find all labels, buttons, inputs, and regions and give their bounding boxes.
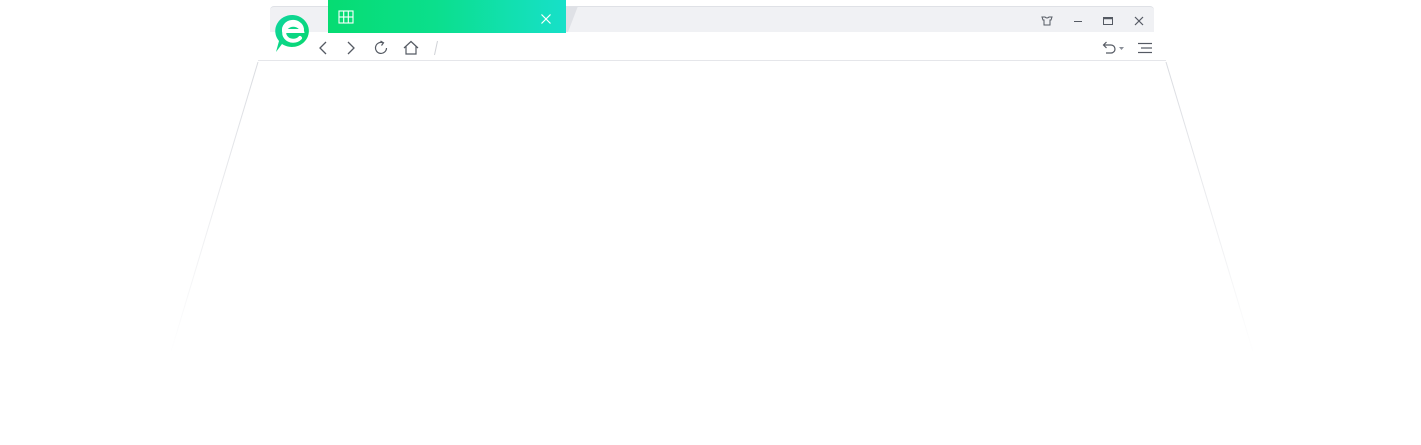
grid-icon [338, 10, 354, 24]
window-perspective-frame [169, 61, 1255, 356]
hamburger-menu-icon[interactable] [1136, 39, 1154, 57]
tab-edge-decoration [564, 6, 578, 32]
reload-icon[interactable] [372, 39, 390, 57]
caret-down-icon[interactable] [1118, 39, 1126, 57]
shirt-icon[interactable] [1040, 14, 1054, 28]
screenshot-stage [0, 0, 1421, 445]
active-tab[interactable] [328, 0, 566, 33]
browser-logo-icon[interactable] [272, 12, 314, 56]
navigation-toolbar [258, 32, 1166, 61]
tab-close-icon[interactable] [540, 13, 552, 25]
maximize-icon[interactable] [1101, 14, 1115, 28]
browser-window [258, 0, 1166, 62]
chevron-right-icon[interactable] [342, 39, 360, 57]
home-icon[interactable] [402, 39, 420, 57]
address-separator [433, 40, 439, 56]
chevron-left-icon[interactable] [314, 39, 332, 57]
minimize-icon[interactable] [1071, 14, 1085, 28]
undo-icon[interactable] [1100, 39, 1118, 57]
address-input[interactable] [446, 36, 1086, 56]
close-icon[interactable] [1132, 14, 1146, 28]
